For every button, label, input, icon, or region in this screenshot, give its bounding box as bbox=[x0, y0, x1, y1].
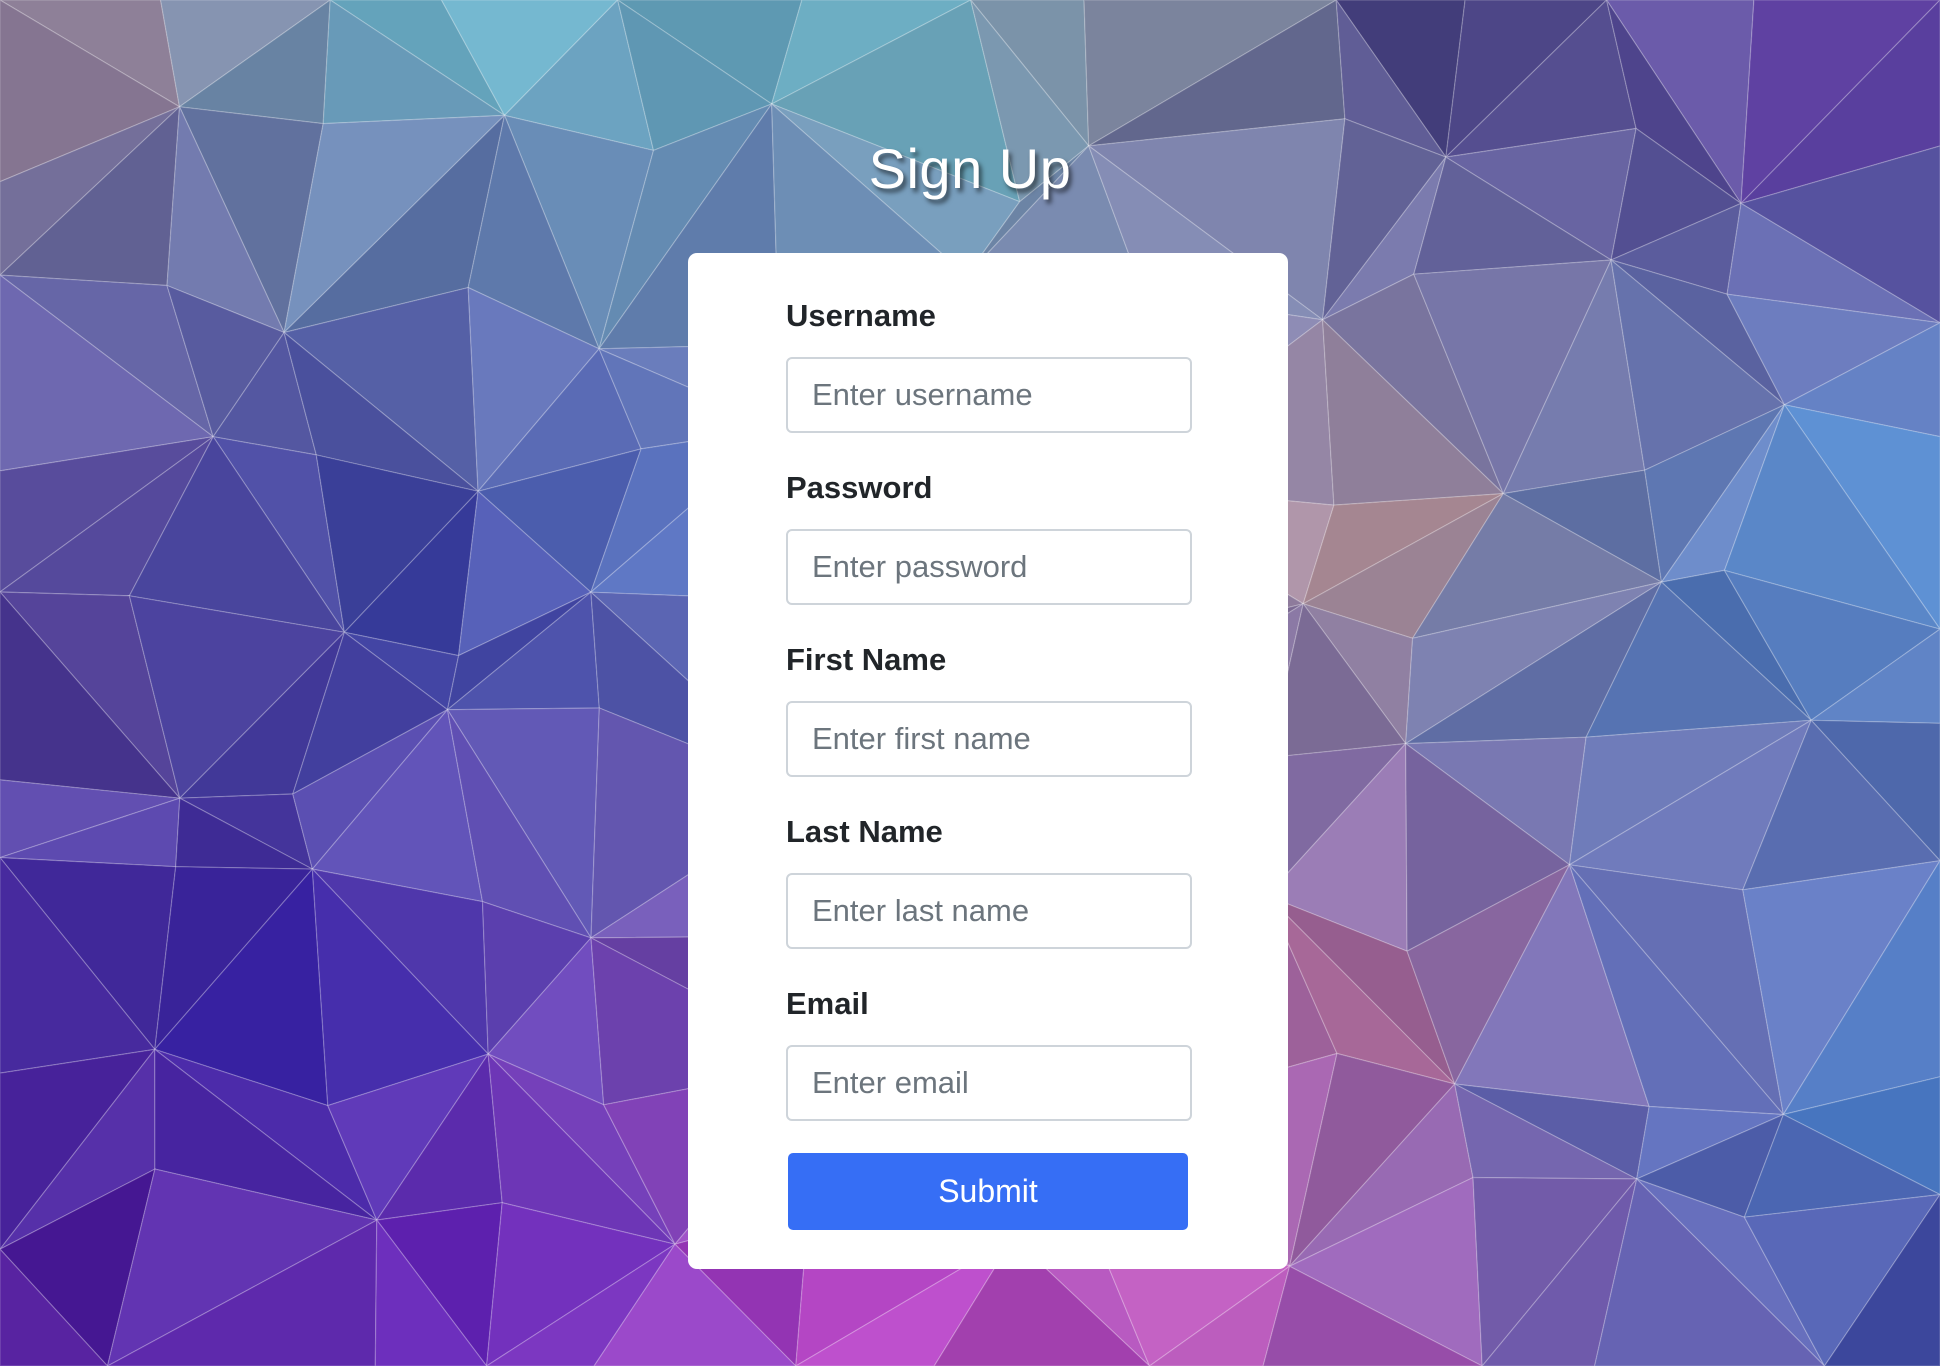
page-title: Sign Up bbox=[868, 137, 1072, 200]
page-stage: Sign Up Username Password First Name Las… bbox=[0, 0, 1940, 1366]
email-input[interactable] bbox=[786, 1045, 1192, 1121]
email-label: Email bbox=[786, 986, 869, 1021]
first-name-label: First Name bbox=[786, 642, 947, 677]
last-name-label: Last Name bbox=[786, 814, 943, 849]
username-input[interactable] bbox=[786, 357, 1192, 433]
password-label: Password bbox=[786, 470, 933, 505]
password-input[interactable] bbox=[786, 529, 1192, 605]
last-name-input[interactable] bbox=[786, 873, 1192, 949]
username-label: Username bbox=[786, 298, 936, 333]
signup-form-card: Username Password First Name Last Name E… bbox=[688, 253, 1288, 1269]
submit-button[interactable]: Submit bbox=[788, 1153, 1188, 1230]
first-name-input[interactable] bbox=[786, 701, 1192, 777]
